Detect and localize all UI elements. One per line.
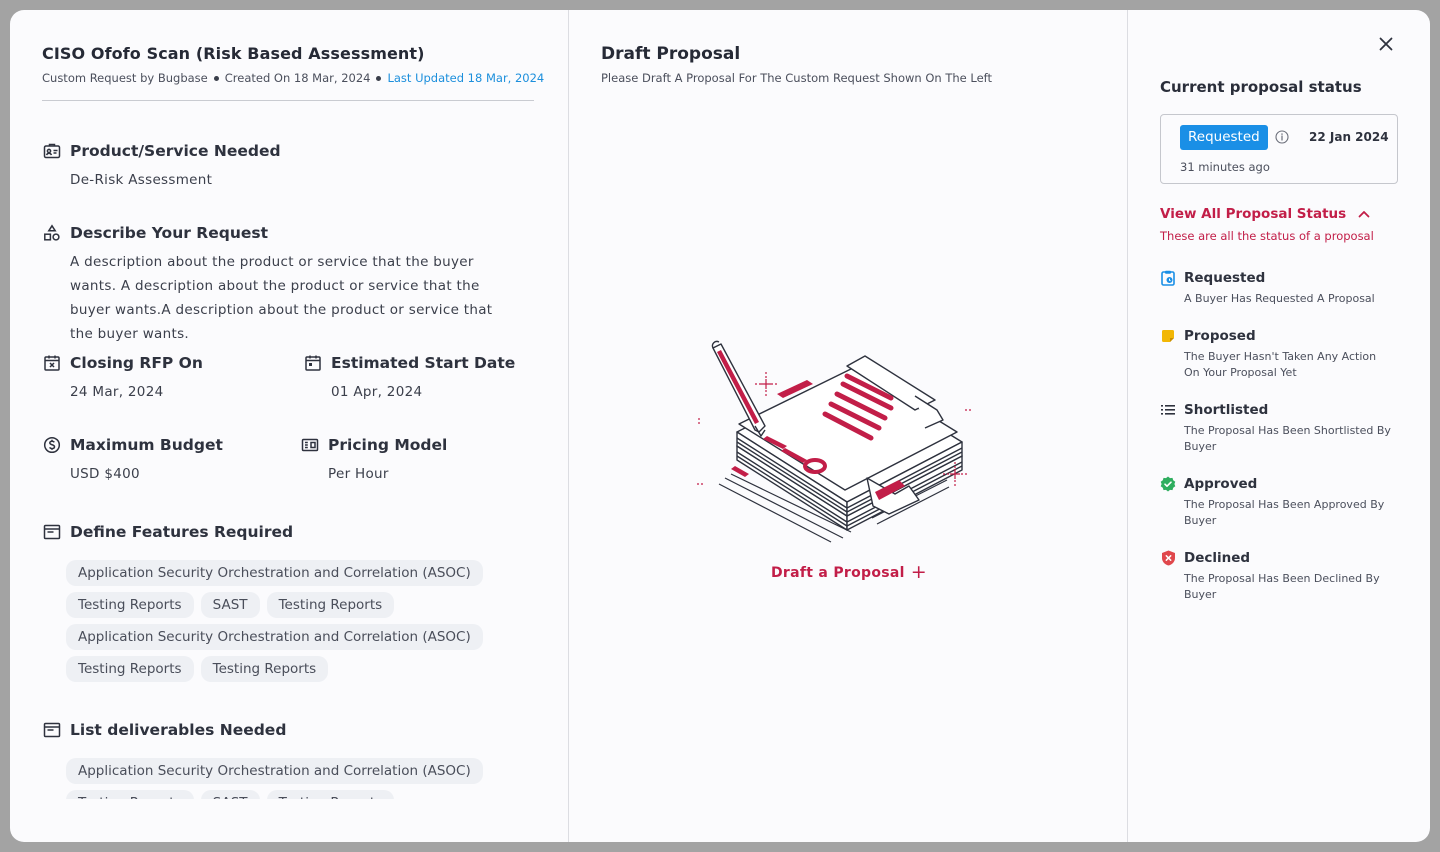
status-desc: The Proposal Has Been Shortlisted By Buy… xyxy=(1184,424,1391,453)
requested-by: Custom Request by Bugbase xyxy=(42,71,208,85)
deliverable-chip: SAST xyxy=(200,790,260,799)
document-illustration xyxy=(697,340,971,543)
view-all-subtitle: These are all the status of a proposal xyxy=(1160,229,1374,243)
features-chips: Application Security Orchestration and C… xyxy=(66,560,486,688)
pricing-label: Pricing Model xyxy=(328,436,448,454)
product-value: De-Risk Assessment xyxy=(70,172,213,188)
closing-section: Closing RFP On 24 Mar, 2024 xyxy=(42,353,282,404)
status-desc: The Proposal Has Been Declined By Buyer xyxy=(1184,572,1380,601)
status-item-requested: Requested A Buyer Has Requested A Propos… xyxy=(1160,269,1410,307)
status-ago: 31 minutes ago xyxy=(1180,160,1270,174)
status-name: Requested xyxy=(1184,270,1266,286)
status-item-approved: Approved The Proposal Has Been Approved … xyxy=(1160,475,1410,529)
request-details-panel: CISO Ofofo Scan (Risk Based Assessment) … xyxy=(10,10,568,842)
window-icon xyxy=(42,720,62,740)
check-badge-icon xyxy=(1160,476,1176,492)
pricing-value: Per Hour xyxy=(328,466,389,482)
proposal-modal: CISO Ofofo Scan (Risk Based Assessment) … xyxy=(10,10,1430,842)
status-title: Current proposal status xyxy=(1160,78,1362,96)
budget-label: Maximum Budget xyxy=(70,436,223,454)
dollar-icon xyxy=(42,435,62,455)
status-item-declined: Declined The Proposal Has Been Declined … xyxy=(1160,549,1410,603)
last-updated: Last Updated 18 Mar, 2024 xyxy=(387,71,545,85)
product-label: Product/Service Needed xyxy=(70,142,281,160)
clipboard-icon xyxy=(1160,270,1176,286)
draft-proposal-panel: Draft Proposal Please Draft A Proposal F… xyxy=(568,10,1128,842)
deliverables-chips[interactable]: Application Security Orchestration and C… xyxy=(66,758,486,799)
x-shield-icon xyxy=(1160,550,1176,566)
draft-button-label: Draft a Proposal xyxy=(771,565,905,581)
status-name: Approved xyxy=(1184,476,1258,492)
plus-icon: + xyxy=(910,561,927,583)
shapes-icon xyxy=(42,223,62,243)
closing-label: Closing RFP On xyxy=(70,354,203,372)
status-desc: The Buyer Hasn't Taken Any Action On You… xyxy=(1184,350,1377,379)
start-date-section: Estimated Start Date 01 Apr, 2024 xyxy=(303,353,543,404)
describe-value: A description about the product or servi… xyxy=(70,254,493,342)
chevron-up-icon xyxy=(1358,211,1370,218)
status-desc: The Proposal Has Been Approved By Buyer xyxy=(1184,498,1385,527)
id-card-icon xyxy=(42,141,62,161)
describe-label: Describe Your Request xyxy=(70,224,269,242)
budget-value: USD $400 xyxy=(70,466,140,482)
draft-title: Draft Proposal xyxy=(601,44,741,64)
status-item-proposed: Proposed The Buyer Hasn't Taken Any Acti… xyxy=(1160,327,1410,381)
feature-chip: Testing Reports xyxy=(266,592,395,618)
product-section: Product/Service Needed De-Risk Assessmen… xyxy=(42,141,522,192)
calendar-x-icon xyxy=(42,353,62,373)
status-item-shortlisted: Shortlisted The Proposal Has Been Shortl… xyxy=(1160,401,1410,455)
status-badge: Requested xyxy=(1180,125,1268,150)
budget-section: Maximum Budget USD $400 xyxy=(42,435,282,486)
status-date: 22 Jan 2024 xyxy=(1309,130,1389,144)
window-icon xyxy=(42,522,62,542)
current-status-card: Requested 22 Jan 2024 31 minutes ago xyxy=(1160,114,1398,184)
note-icon xyxy=(1160,328,1176,344)
view-all-status-toggle[interactable]: View All Proposal Status xyxy=(1160,206,1370,222)
start-value: 01 Apr, 2024 xyxy=(331,384,423,400)
created-on: Created On 18 Mar, 2024 xyxy=(224,71,371,85)
calendar-icon xyxy=(303,353,323,373)
deliverables-label: List deliverables Needed xyxy=(70,721,287,739)
proposal-status-panel: Current proposal status Requested 22 Jan… xyxy=(1128,10,1430,842)
start-label: Estimated Start Date xyxy=(331,354,516,372)
feature-chip: Testing Reports xyxy=(200,656,329,682)
draft-subtitle: Please Draft A Proposal For The Custom R… xyxy=(601,71,993,85)
status-desc: A Buyer Has Requested A Proposal xyxy=(1184,292,1375,305)
money-bill-icon xyxy=(300,435,320,455)
features-section: Define Features Required xyxy=(42,522,522,542)
view-all-label: View All Proposal Status xyxy=(1160,206,1347,222)
feature-chip: Application Security Orchestration and C… xyxy=(66,560,483,586)
status-name: Proposed xyxy=(1184,328,1256,344)
features-label: Define Features Required xyxy=(70,523,294,541)
pricing-section: Pricing Model Per Hour xyxy=(300,435,540,486)
describe-section: Describe Your Request A description abou… xyxy=(42,223,522,346)
separator-dot xyxy=(213,75,219,81)
feature-chip: Testing Reports xyxy=(66,656,194,682)
request-meta: Custom Request by Bugbase Created On 18 M… xyxy=(42,71,544,85)
deliverable-chip: Testing Reports xyxy=(266,790,395,799)
separator-dot xyxy=(376,75,382,81)
closing-value: 24 Mar, 2024 xyxy=(70,384,164,400)
list-icon xyxy=(1160,402,1176,418)
feature-chip: SAST xyxy=(200,592,260,618)
close-icon[interactable] xyxy=(1378,36,1394,52)
deliverables-section: List deliverables Needed xyxy=(42,720,522,740)
request-title: CISO Ofofo Scan (Risk Based Assessment) xyxy=(42,44,425,63)
status-name: Declined xyxy=(1184,550,1251,566)
feature-chip: Testing Reports xyxy=(66,592,194,618)
request-header: CISO Ofofo Scan (Risk Based Assessment) … xyxy=(42,44,544,101)
status-name: Shortlisted xyxy=(1184,402,1269,418)
info-icon[interactable] xyxy=(1275,130,1289,144)
feature-chip: Application Security Orchestration and C… xyxy=(66,624,483,650)
draft-proposal-button[interactable]: Draft a Proposal + xyxy=(569,561,1129,583)
deliverable-chip: Application Security Orchestration and C… xyxy=(66,758,483,784)
deliverable-chip: Testing Reports xyxy=(66,790,194,799)
